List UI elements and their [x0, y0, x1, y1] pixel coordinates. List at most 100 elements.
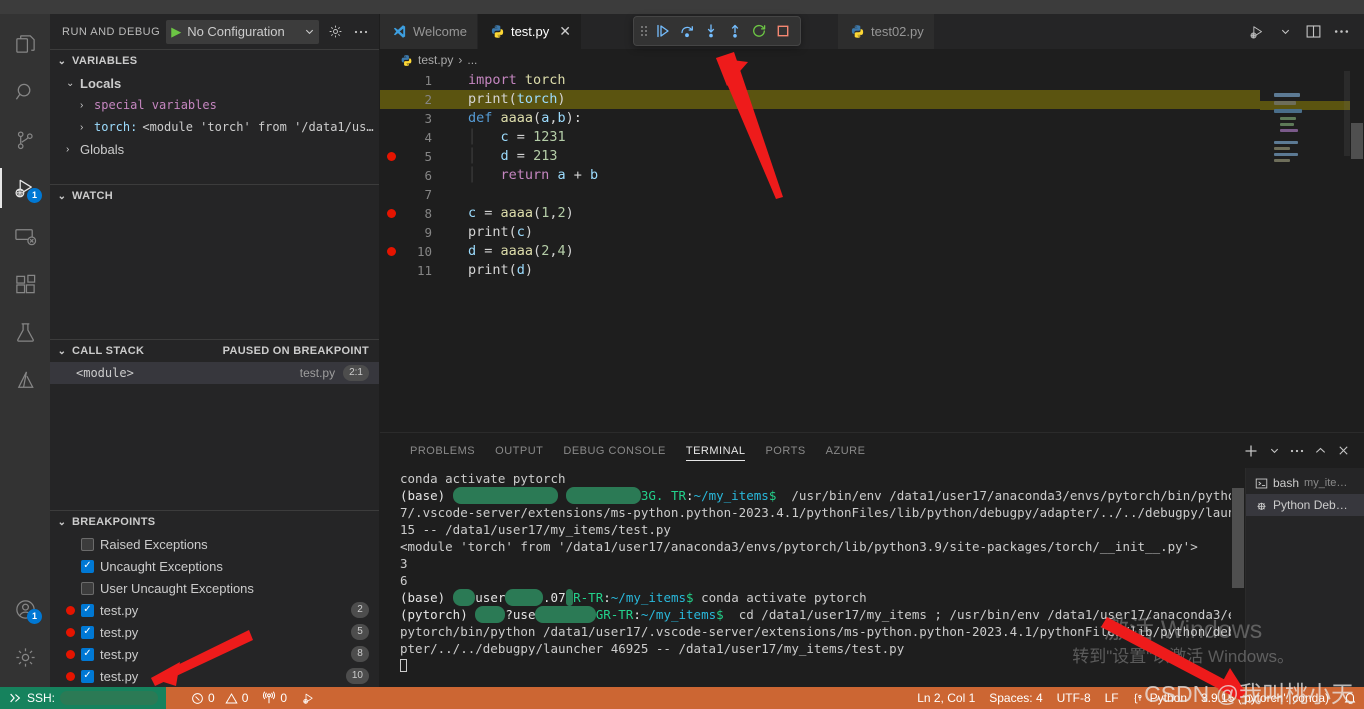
- breakpoint-checkbox[interactable]: [81, 603, 94, 617]
- variable-torch[interactable]: › torch: <module 'torch' from '/data1/us…: [50, 116, 379, 138]
- watch-section-header[interactable]: ⌄ WATCH: [50, 185, 379, 207]
- problems-status[interactable]: 0 0: [184, 687, 255, 709]
- sidebar-item-source-control[interactable]: [0, 116, 50, 164]
- sidebar-item-testing[interactable]: [0, 308, 50, 356]
- tab-welcome[interactable]: Welcome: [380, 14, 478, 49]
- drag-handle-icon[interactable]: [640, 24, 650, 38]
- debug-status-button[interactable]: [294, 687, 323, 709]
- tab-output[interactable]: OUTPUT: [485, 433, 553, 468]
- step-into-button[interactable]: [700, 20, 722, 42]
- sidebar-item-explorer[interactable]: [0, 20, 50, 68]
- minimap[interactable]: [1260, 71, 1364, 432]
- terminal-profile-dropdown-button[interactable]: [1263, 440, 1285, 462]
- code-line: 8 c = aaaa(1,2): [380, 204, 1260, 223]
- remote-indicator[interactable]: SSH:: [0, 687, 167, 709]
- code-lines[interactable]: 1 import torch 2 print(torch) 3 def aaaa…: [380, 71, 1260, 432]
- line-number: 6: [424, 168, 432, 183]
- gutter-breakpoint[interactable]: [380, 247, 402, 256]
- terminal-scrollbar[interactable]: [1231, 468, 1245, 687]
- code-content: c = aaaa(1,2): [468, 205, 574, 221]
- sidebar-item-run-and-debug[interactable]: 1: [0, 164, 50, 212]
- breakpoints-section-header[interactable]: ⌄ BREAKPOINTS: [50, 511, 379, 533]
- sidebar-item-search[interactable]: [0, 68, 50, 116]
- breakpoint-checkbox[interactable]: [81, 625, 94, 639]
- editor-scrollbar[interactable]: [1350, 71, 1364, 432]
- callstack-frame[interactable]: <module> test.py 2:1: [50, 362, 379, 384]
- radio-tower-status[interactable]: 0: [255, 687, 294, 709]
- tab-debug-console[interactable]: DEBUG CONSOLE: [553, 433, 675, 468]
- terminal-line: pter/../../debugpy/launcher 46925 -- /da…: [400, 641, 905, 656]
- line-number: 7: [424, 187, 432, 202]
- continue-button[interactable]: [652, 20, 674, 42]
- variable-special-variables[interactable]: › special variables: [50, 94, 379, 116]
- panel-more-actions-button[interactable]: [1286, 440, 1308, 462]
- breakpoint-line-number: 5: [351, 624, 369, 640]
- code-content: │ d = 213: [468, 148, 558, 164]
- terminal-output[interactable]: conda activate pytorch (base) 3G. TR:~/m…: [380, 468, 1231, 687]
- restart-button[interactable]: [748, 20, 770, 42]
- close-icon[interactable]: ✕: [559, 23, 571, 40]
- breadcrumb-rest[interactable]: ...: [467, 53, 477, 67]
- tab-test02-py[interactable]: test02.py: [838, 14, 934, 49]
- step-out-button[interactable]: [724, 20, 746, 42]
- run-options-chevron-button[interactable]: [1272, 19, 1298, 45]
- indentation-status[interactable]: Spaces: 4: [982, 687, 1049, 709]
- breakpoint-row[interactable]: test.py 10: [50, 665, 379, 687]
- breakpoint-checkbox[interactable]: [81, 559, 94, 573]
- new-terminal-button[interactable]: [1240, 440, 1262, 462]
- close-panel-button[interactable]: [1332, 440, 1354, 462]
- eol-status[interactable]: LF: [1098, 687, 1126, 709]
- breadcrumb-file[interactable]: test.py: [418, 53, 453, 67]
- breakpoint-row[interactable]: test.py 5: [50, 621, 379, 643]
- chevron-down-icon[interactable]: [304, 26, 315, 37]
- scrollbar-thumb[interactable]: [1351, 123, 1363, 159]
- sidebar-more-actions-button[interactable]: [351, 22, 371, 42]
- breadcrumb[interactable]: test.py › ...: [380, 49, 1364, 71]
- terminal-list-item-python-debug[interactable]: Python Deb…: [1246, 494, 1364, 516]
- manage-settings-button[interactable]: [0, 633, 50, 681]
- panel-tab-label: TERMINAL: [685, 444, 746, 457]
- tab-ports[interactable]: PORTS: [755, 433, 815, 468]
- code-editor[interactable]: 1 import torch 2 print(torch) 3 def aaaa…: [380, 71, 1364, 432]
- run-python-file-button[interactable]: [1244, 19, 1270, 45]
- breakpoint-checkbox[interactable]: [81, 581, 94, 595]
- accounts-button[interactable]: 1: [0, 585, 50, 633]
- editor-more-actions-button[interactable]: [1328, 19, 1354, 45]
- stop-button[interactable]: [772, 20, 794, 42]
- chevron-down-icon: [1269, 445, 1280, 456]
- tab-problems[interactable]: PROBLEMS: [400, 433, 485, 468]
- step-over-button[interactable]: [676, 20, 698, 42]
- gutter-breakpoint[interactable]: [380, 152, 402, 161]
- callstack-section-header[interactable]: ⌄ CALL STACK Paused on breakpoint: [50, 340, 379, 362]
- debug-configuration-dropdown[interactable]: ▶ No Configuration: [166, 19, 319, 44]
- gutter-breakpoint[interactable]: [380, 209, 402, 218]
- variables-section-header[interactable]: ⌄ VARIABLES: [50, 50, 379, 72]
- breakpoint-checkbox[interactable]: [81, 669, 94, 683]
- sidebar-item-azure[interactable]: [0, 356, 50, 404]
- sidebar-item-remote-explorer[interactable]: [0, 212, 50, 260]
- split-editor-button[interactable]: [1300, 19, 1326, 45]
- breakpoint-row[interactable]: Uncaught Exceptions: [50, 555, 379, 577]
- start-debugging-icon[interactable]: ▶: [171, 25, 181, 38]
- code-line: 1 import torch: [380, 71, 1260, 90]
- variables-group-locals[interactable]: ⌄ Locals: [50, 72, 379, 94]
- tab-test-py[interactable]: test.py ✕: [477, 14, 582, 49]
- editor-tab-bar: Welcome test.py ✕ test02.py: [380, 14, 1364, 49]
- breakpoint-checkbox[interactable]: [81, 537, 94, 551]
- variables-group-globals[interactable]: › Globals: [50, 138, 379, 160]
- encoding-status[interactable]: UTF-8: [1050, 687, 1098, 709]
- gutter-breakpoint[interactable]: [380, 71, 402, 132]
- terminal-list-item-bash[interactable]: bash my_ite…: [1246, 472, 1364, 494]
- sidebar-item-extensions[interactable]: [0, 260, 50, 308]
- breakpoint-row[interactable]: Raised Exceptions: [50, 533, 379, 555]
- editor-position-status[interactable]: Ln 2, Col 1: [910, 687, 982, 709]
- tab-azure[interactable]: AZURE: [816, 433, 876, 468]
- breakpoint-row[interactable]: test.py 8: [50, 643, 379, 665]
- breakpoint-row[interactable]: test.py 2: [50, 599, 379, 621]
- tab-terminal[interactable]: TERMINAL: [676, 433, 756, 468]
- breakpoint-checkbox[interactable]: [81, 647, 94, 661]
- maximize-panel-button[interactable]: [1309, 440, 1331, 462]
- open-launch-json-button[interactable]: [325, 22, 345, 42]
- breakpoint-row[interactable]: User Uncaught Exceptions: [50, 577, 379, 599]
- scrollbar-thumb[interactable]: [1232, 488, 1244, 588]
